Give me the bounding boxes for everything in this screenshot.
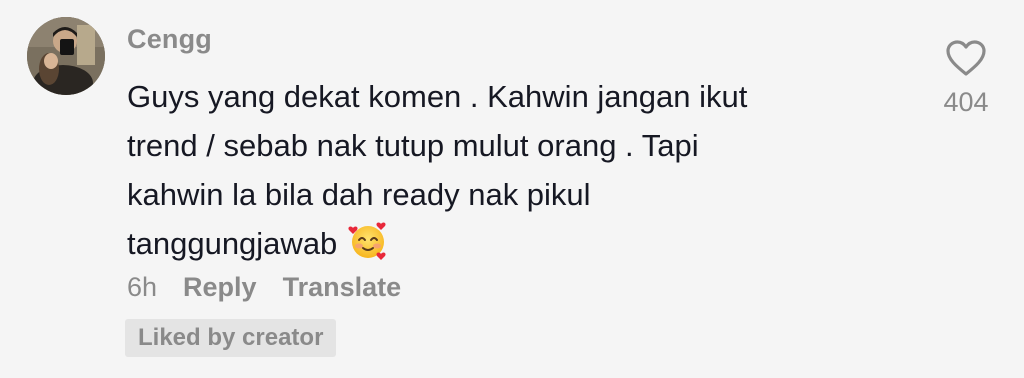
avatar-photo: [27, 17, 105, 95]
reply-button[interactable]: Reply: [183, 272, 257, 303]
comment-meta: 6h Reply Translate: [127, 272, 401, 303]
comment-text-line: trend / sebab nak tutup mulut orang . Ta…: [127, 128, 699, 163]
username[interactable]: Cengg: [127, 24, 212, 55]
liked-by-creator-badge: Liked by creator: [125, 319, 337, 357]
comment-text-line-text: tanggungjawab: [127, 226, 338, 261]
comment-text-line: Guys yang dekat komen . Kahwin jangan ik…: [127, 79, 748, 114]
translate-button[interactable]: Translate: [283, 272, 402, 303]
like-count: 404: [943, 87, 989, 117]
avatar[interactable]: [27, 17, 105, 95]
comment-item: Cengg Guys yang dekat komen . Kahwin jan…: [0, 0, 1024, 378]
comment-text-line: kahwin la bila dah ready nak pikul: [127, 177, 591, 212]
comment-text-line-last: tanggungjawab: [127, 219, 887, 276]
smiling-face-with-hearts-icon: [347, 220, 389, 276]
like-button[interactable]: 404: [936, 38, 996, 118]
comment-text: Guys yang dekat komen . Kahwin jangan ik…: [127, 72, 887, 276]
comment-time: 6h: [127, 272, 158, 302]
heart-icon[interactable]: [944, 38, 988, 83]
